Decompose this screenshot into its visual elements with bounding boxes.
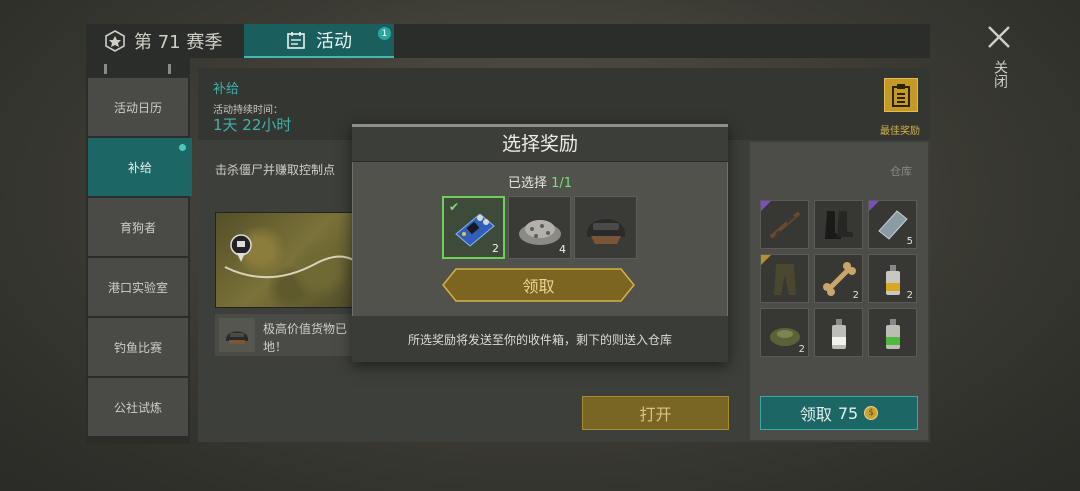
warehouse-slot[interactable]: 5: [868, 200, 917, 249]
map-pin-icon: [230, 234, 252, 262]
close-icon[interactable]: [984, 22, 1014, 52]
reward-option[interactable]: [574, 196, 637, 259]
sidebar-item-port-lab[interactable]: 港口实验室: [88, 258, 188, 316]
sidebar-item-fishing[interactable]: 钓鱼比赛: [88, 318, 188, 376]
item-count: 2: [852, 290, 859, 301]
reward-option[interactable]: ✔ 2: [442, 196, 505, 259]
note-text-line2: 地！: [263, 340, 288, 354]
warehouse-slot[interactable]: 2: [868, 254, 917, 303]
check-icon: ✔: [449, 200, 460, 214]
event-description: 击杀僵尸并赚取控制点: [215, 163, 336, 177]
warehouse-label: 仓库: [890, 165, 912, 178]
sidebar-item-dog-breeder[interactable]: 育狗者: [88, 198, 188, 256]
tab-activity[interactable]: 活动 1: [244, 24, 394, 58]
sidebar-item-calendar[interactable]: 活动日历: [88, 78, 188, 136]
reward-count: 4: [559, 243, 566, 256]
calendar-icon: [287, 32, 305, 49]
dialog-claim-label: 领取: [522, 277, 555, 296]
season-badge-icon: [105, 30, 125, 52]
coin-icon: $: [864, 406, 879, 420]
warehouse-slot[interactable]: [814, 200, 863, 249]
warehouse-slot[interactable]: [760, 254, 809, 303]
warehouse-slot[interactable]: [760, 200, 809, 249]
warehouse-slot[interactable]: [814, 308, 863, 357]
reward-count: 2: [492, 242, 499, 255]
helmet-icon: [586, 218, 625, 244]
duration-value: 1天 22小时: [213, 116, 292, 134]
claim-label: 领取: [799, 405, 832, 424]
dialog-title-bar: 选择奖励: [352, 124, 728, 162]
warehouse-slot[interactable]: 2: [814, 254, 863, 303]
rarity-marker: [761, 255, 771, 265]
selected-value: 1/1: [551, 176, 573, 191]
selection-counter: 已选择 1/1: [352, 172, 728, 191]
rarity-marker: [761, 201, 771, 211]
note-thumbnail: [219, 318, 255, 352]
tab-activity-label: 活动: [316, 31, 352, 52]
claim-cost: 75: [837, 403, 859, 423]
sidebar-item-label: 育狗者: [119, 220, 156, 235]
tab-season[interactable]: 第 71 赛季: [104, 24, 244, 58]
tab-season-label: 第 71 赛季: [134, 32, 223, 53]
selected-label: 已选择: [507, 176, 547, 191]
clipboard-icon: [892, 84, 910, 107]
sidebar-item-label: 活动日历: [113, 100, 162, 115]
boots-icon: [824, 210, 853, 239]
best-reward-button[interactable]: [884, 78, 918, 112]
warehouse-slot[interactable]: [868, 308, 917, 357]
open-button[interactable]: 打开: [582, 396, 729, 430]
sidebar-item-commune-trial[interactable]: 公社试炼: [88, 378, 188, 436]
helmet-icon: [226, 331, 248, 344]
scroll-handle-deco: [104, 64, 171, 74]
sidebar-item-label: 港口实验室: [107, 280, 168, 295]
item-count: 5: [906, 236, 913, 247]
gravel-pile-icon: [518, 219, 561, 245]
notification-badge: 1: [378, 27, 391, 40]
dialog-title: 选择奖励: [501, 133, 578, 155]
event-title: 补给: [213, 82, 240, 97]
warehouse-claim-button[interactable]: 领取 75 $: [760, 396, 918, 430]
reward-option[interactable]: 4: [508, 196, 571, 259]
warehouse-slot[interactable]: 2: [760, 308, 809, 357]
close-label[interactable]: 关闭: [990, 60, 1008, 88]
rarity-marker: [869, 201, 879, 211]
sidebar-item-label: 公社试炼: [113, 400, 162, 415]
sidebar-item-label: 钓鱼比赛: [113, 340, 162, 355]
dialog-footer: 所选奖励将发送至你的收件箱，剩下的则送入仓库: [352, 316, 728, 362]
best-reward-label[interactable]: 最佳奖励: [860, 122, 920, 137]
dialog-claim-button[interactable]: 领取: [442, 268, 635, 302]
item-count: 2: [906, 290, 913, 301]
spray-can-white-icon: [831, 318, 846, 349]
new-indicator-dot: [179, 144, 186, 151]
note-text-line1: 极高价值货物已: [263, 322, 348, 336]
dialog-footer-text: 所选奖励将发送至你的收件箱，剩下的则送入仓库: [407, 332, 672, 347]
spray-can-green-icon: [885, 318, 900, 349]
sidebar-item-label: 补给: [127, 160, 152, 175]
item-count: 2: [798, 344, 805, 355]
sidebar-item-supply[interactable]: 补给: [88, 138, 192, 196]
